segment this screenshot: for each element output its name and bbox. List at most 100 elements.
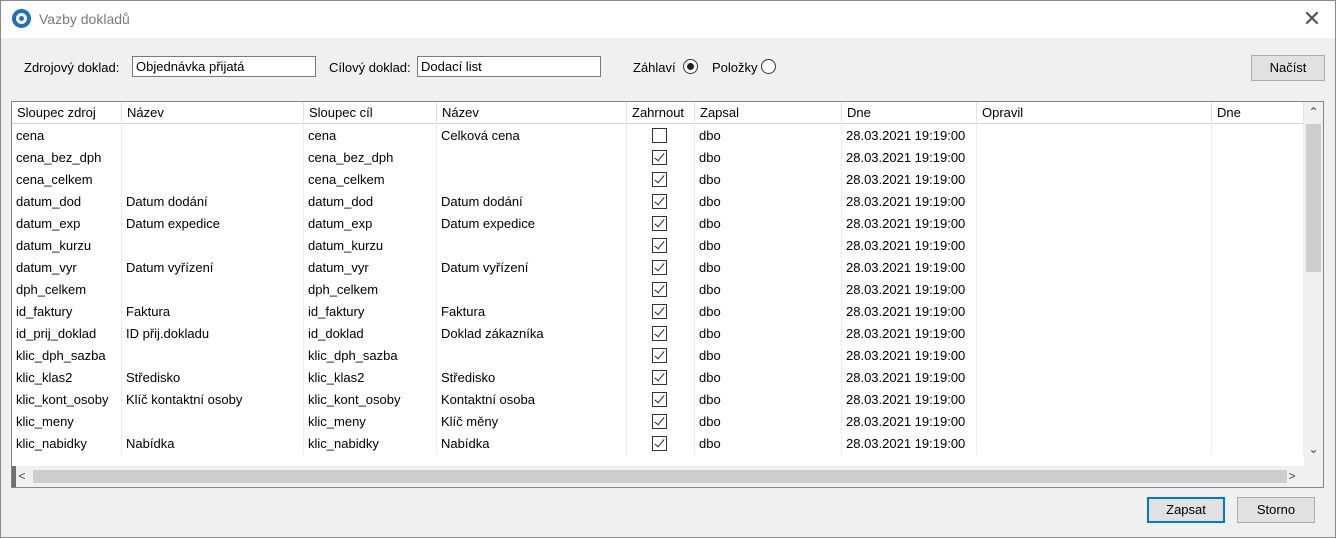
table-row[interactable]: cena_bez_dph cena_bez_dph dbo 28.03.2021 19… [12,147,1304,169]
table-row[interactable]: klic_kont_osoby Klíč kontaktní osoby klic_… [12,389,1304,411]
cell-source-column[interactable]: cena [12,125,122,147]
cell-written-date[interactable]: 28.03.2021 19:19:00 [842,169,977,191]
cell-edited-by[interactable] [977,345,1212,367]
cell-edited-date[interactable] [1212,257,1304,279]
column-header-edited-date[interactable]: Dne [1212,102,1304,124]
cell-target-column[interactable]: klic_meny [304,411,437,433]
cell-target-column[interactable]: dph_celkem [304,279,437,301]
cell-source-column[interactable]: dph_celkem [12,279,122,301]
include-checkbox[interactable] [652,392,667,407]
cell-edited-date[interactable] [1212,433,1304,455]
cell-source-column[interactable]: cena_celkem [12,169,122,191]
horizontal-scrollbar[interactable]: < > [12,466,1323,487]
cell-edited-by[interactable] [977,125,1212,147]
cell-source-name[interactable] [122,345,304,367]
cell-written-date[interactable]: 28.03.2021 19:19:00 [842,235,977,257]
cell-target-column[interactable]: cena [304,125,437,147]
cell-written-date[interactable]: 28.03.2021 19:19:00 [842,389,977,411]
cell-target-name[interactable] [437,279,627,301]
column-header-source-name[interactable]: Název [122,102,304,124]
include-checkbox[interactable] [652,348,667,363]
scroll-up-icon[interactable]: ⌃ [1304,105,1323,119]
cell-edited-by[interactable] [977,257,1212,279]
vertical-scrollbar[interactable]: ⌃ ⌄ [1304,102,1323,466]
cell-target-name[interactable]: Nabídka [437,433,627,455]
include-checkbox[interactable] [652,194,667,209]
target-document-field[interactable]: Dodací list [417,56,601,77]
include-checkbox[interactable] [652,260,667,275]
cell-target-name[interactable]: Klíč měny [437,411,627,433]
cell-source-name[interactable]: Nabídka [122,433,304,455]
cell-target-name[interactable]: Datum vyřízení [437,257,627,279]
cell-target-name[interactable] [437,147,627,169]
column-header-edited-by[interactable]: Opravil [977,102,1212,124]
cell-edited-by[interactable] [977,191,1212,213]
cell-written-by[interactable]: dbo [695,257,842,279]
table-row[interactable]: datum_dod Datum dodání datum_dod Datum dodá… [12,191,1304,213]
close-icon[interactable]: ✕ [1297,4,1327,34]
cell-target-name[interactable]: Datum dodání [437,191,627,213]
cell-edited-date[interactable] [1212,345,1304,367]
cell-edited-by[interactable] [977,213,1212,235]
cell-edited-by[interactable] [977,389,1212,411]
cell-edited-by[interactable] [977,301,1212,323]
table-row[interactable]: klic_dph_sazba klic_dph_sazba dbo 28.03.202… [12,345,1304,367]
cell-edited-date[interactable] [1212,301,1304,323]
cell-edited-by[interactable] [977,323,1212,345]
scroll-right-icon[interactable]: > [1284,469,1300,483]
cell-source-column[interactable]: id_prij_doklad [12,323,122,345]
cell-source-name[interactable]: Faktura [122,301,304,323]
cell-target-name[interactable]: Datum expedice [437,213,627,235]
cell-edited-date[interactable] [1212,147,1304,169]
cell-target-column[interactable]: datum_kurzu [304,235,437,257]
cell-written-by[interactable]: dbo [695,191,842,213]
cell-target-column[interactable]: cena_celkem [304,169,437,191]
cell-target-name[interactable]: Celková cena [437,125,627,147]
cell-target-column[interactable]: klic_klas2 [304,367,437,389]
cell-written-date[interactable]: 28.03.2021 19:19:00 [842,433,977,455]
cell-source-name[interactable]: Datum dodání [122,191,304,213]
include-checkbox[interactable] [652,172,667,187]
cell-written-by[interactable]: dbo [695,279,842,301]
cell-written-date[interactable]: 28.03.2021 19:19:00 [842,411,977,433]
cell-target-column[interactable]: cena_bez_dph [304,147,437,169]
cell-target-name[interactable] [437,169,627,191]
column-header-target-column[interactable]: Sloupec cíl [304,102,437,124]
column-header-written-by[interactable]: Zapsal [695,102,842,124]
cell-target-name[interactable]: Faktura [437,301,627,323]
cell-source-name[interactable] [122,169,304,191]
cell-written-by[interactable]: dbo [695,235,842,257]
cell-edited-date[interactable] [1212,125,1304,147]
cell-written-by[interactable]: dbo [695,411,842,433]
table-row[interactable]: cena_celkem cena_celkem dbo 28.03.2021 19:1… [12,169,1304,191]
scroll-left-icon[interactable]: < [14,469,30,483]
cell-written-date[interactable]: 28.03.2021 19:19:00 [842,323,977,345]
cell-source-name[interactable]: Klíč kontaktní osoby [122,389,304,411]
load-button[interactable]: Načíst [1251,55,1325,81]
cell-edited-date[interactable] [1212,235,1304,257]
include-checkbox[interactable] [652,304,667,319]
cell-written-by[interactable]: dbo [695,345,842,367]
cell-edited-date[interactable] [1212,389,1304,411]
cell-written-date[interactable]: 28.03.2021 19:19:00 [842,367,977,389]
cell-edited-date[interactable] [1212,411,1304,433]
cell-edited-date[interactable] [1212,213,1304,235]
cell-target-name[interactable]: Doklad zákazníka [437,323,627,345]
cell-edited-by[interactable] [977,367,1212,389]
table-row[interactable]: id_faktury Faktura id_faktury Faktura dbo 28.… [12,301,1304,323]
cell-source-column[interactable]: klic_nabidky [12,433,122,455]
cell-written-date[interactable]: 28.03.2021 19:19:00 [842,191,977,213]
cell-written-by[interactable]: dbo [695,125,842,147]
cell-written-date[interactable]: 28.03.2021 19:19:00 [842,345,977,367]
cell-written-date[interactable]: 28.03.2021 19:19:00 [842,213,977,235]
include-checkbox[interactable] [652,436,667,451]
cell-edited-by[interactable] [977,235,1212,257]
table-row[interactable]: datum_exp Datum expedice datum_exp Datum ex… [12,213,1304,235]
vertical-scroll-thumb[interactable] [1306,124,1321,272]
table-row[interactable]: klic_nabidky Nabídka klic_nabidky Nabídka db… [12,433,1304,455]
cell-source-name[interactable]: Datum expedice [122,213,304,235]
table-row[interactable]: datum_vyr Datum vyřízení datum_vyr Datum vy… [12,257,1304,279]
cell-target-name[interactable] [437,345,627,367]
cell-target-column[interactable]: datum_dod [304,191,437,213]
cell-source-name[interactable] [122,235,304,257]
